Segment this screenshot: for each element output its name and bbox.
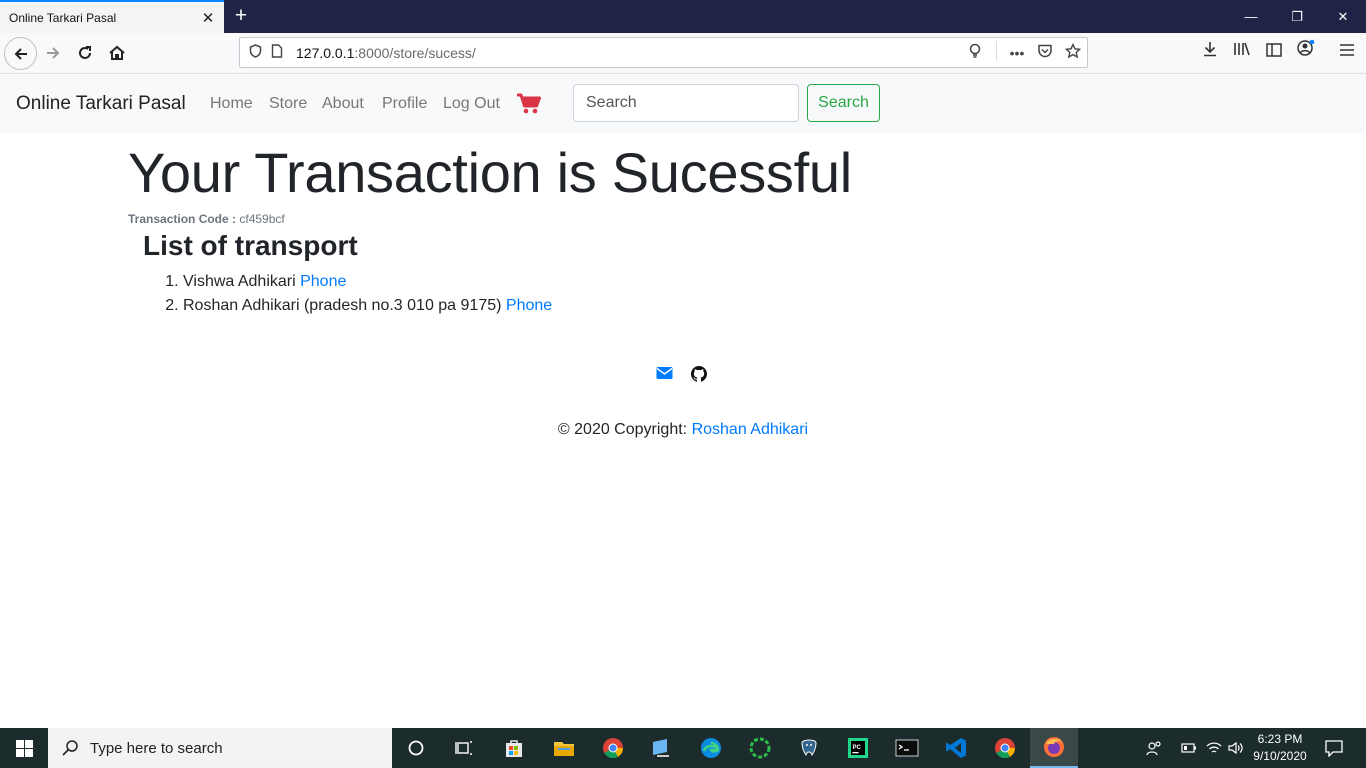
url-path: :8000/store/sucess/ (354, 44, 476, 61)
browser-tab[interactable]: Online Tarkari Pasal ✕ (0, 0, 224, 33)
browser-toolbar: 127.0.0.1:8000/store/sucess/ ••• (0, 33, 1366, 74)
home-icon (109, 45, 125, 60)
footer-copyright: © 2020 Copyright: Roshan Adhikari (0, 421, 1366, 439)
pycharm-icon[interactable]: PC (834, 728, 882, 768)
people-icon[interactable] (1140, 728, 1168, 768)
url-actions: ••• (961, 38, 1087, 67)
nav-logout[interactable]: Log Out (443, 95, 500, 113)
firefox-icon[interactable] (1030, 728, 1078, 768)
main-content: Your Transaction is Sucessful Transactio… (128, 133, 1238, 318)
transport-name: Roshan Adhikari (pradesh no.3 010 pa 917… (183, 297, 502, 315)
bookmark-star-icon[interactable] (1059, 42, 1087, 62)
transaction-code-label: Transaction Code : (128, 212, 237, 227)
svg-text:PC: PC (853, 745, 862, 751)
start-button[interactable] (0, 728, 48, 768)
page-icon[interactable] (266, 44, 288, 61)
chrome-icon[interactable] (589, 728, 637, 768)
tab-title: Online Tarkari Pasal (9, 10, 117, 25)
edge-icon[interactable] (687, 728, 735, 768)
shield-icon[interactable] (244, 44, 266, 61)
site-navbar: Online Tarkari Pasal Home Store About Pr… (0, 74, 1366, 133)
nav-store[interactable]: Store (269, 95, 307, 113)
phone-link[interactable]: Phone (506, 297, 552, 314)
search-icon (62, 740, 78, 756)
postgresql-icon[interactable] (785, 728, 833, 768)
address-bar[interactable]: 127.0.0.1:8000/store/sucess/ ••• (239, 37, 1088, 68)
account-icon[interactable] (1291, 39, 1321, 67)
pocket-icon[interactable] (1031, 44, 1059, 61)
copyright-text: © 2020 Copyright: (557, 421, 688, 438)
arrow-right-icon (47, 47, 60, 59)
forward-button[interactable] (37, 37, 69, 69)
page-title: Your Transaction is Sucessful (128, 141, 852, 204)
transport-name: Vishwa Adhikari (183, 273, 296, 291)
download-icon[interactable] (1195, 39, 1225, 67)
restore-button[interactable]: ❐ (1274, 0, 1320, 33)
wifi-icon[interactable] (1202, 728, 1226, 768)
search-input[interactable] (573, 84, 799, 122)
clock-time: 6:23 PM (1257, 732, 1303, 746)
minimize-button[interactable]: — (1228, 0, 1274, 33)
transport-list: Vishwa Adhikari Phone Roshan Adhikari (p… (183, 270, 1238, 318)
envelope-icon[interactable] (656, 366, 673, 387)
windows-taskbar: Type here to search PC 6:23 PM 9/10/2020 (0, 728, 1366, 768)
github-icon[interactable] (691, 366, 707, 387)
tab-close-icon[interactable]: ✕ (196, 9, 220, 27)
phone-link[interactable]: Phone (300, 273, 346, 290)
arrow-left-icon (14, 48, 27, 60)
file-explorer-icon[interactable] (540, 728, 588, 768)
browser-tab-bar: Online Tarkari Pasal ✕ + — ❐ ✕ (0, 0, 1366, 33)
list-item: Roshan Adhikari (pradesh no.3 010 pa 917… (183, 294, 1238, 318)
new-tab-button[interactable]: + (228, 3, 254, 29)
notifications-icon[interactable] (1320, 728, 1348, 768)
task-view-icon[interactable] (440, 728, 488, 768)
remote-desktop-icon[interactable] (638, 728, 686, 768)
url-host: 127.0.0.1 (296, 44, 355, 61)
chrome-icon-2[interactable] (981, 728, 1029, 768)
transport-list-title: List of transport (143, 230, 358, 262)
library-icon[interactable] (1227, 39, 1257, 67)
divider (989, 41, 1003, 64)
reload-icon (79, 46, 91, 59)
close-window-button[interactable]: ✕ (1320, 0, 1366, 33)
author-link[interactable]: Roshan Adhikari (692, 421, 809, 438)
sidebar-icon[interactable] (1259, 39, 1289, 67)
url-text[interactable]: 127.0.0.1:8000/store/sucess/ (296, 45, 476, 61)
more-icon[interactable]: ••• (1003, 45, 1031, 61)
list-item: Vishwa Adhikari Phone (183, 270, 1238, 294)
vscode-icon[interactable] (932, 728, 980, 768)
transaction-code: Transaction Code : cf459bcf (128, 212, 1238, 226)
store-app-icon[interactable] (490, 728, 538, 768)
taskbar-clock[interactable]: 6:23 PM 9/10/2020 (1244, 731, 1316, 765)
nav-profile[interactable]: Profile (382, 95, 427, 113)
nav-about[interactable]: About (322, 95, 364, 113)
lightbulb-icon[interactable] (961, 43, 989, 62)
home-button[interactable] (101, 37, 133, 69)
footer-social (656, 366, 707, 387)
sync-app-icon[interactable] (736, 728, 784, 768)
clock-date: 9/10/2020 (1253, 749, 1307, 763)
reload-button[interactable] (69, 37, 101, 69)
transaction-code-value: cf459bcf (239, 212, 285, 227)
nav-home[interactable]: Home (210, 95, 253, 113)
cart-icon[interactable] (516, 93, 542, 120)
search-button[interactable]: Search (807, 84, 880, 122)
brand-link[interactable]: Online Tarkari Pasal (16, 93, 186, 115)
volume-icon[interactable] (1226, 728, 1246, 768)
windows-logo-icon (15, 739, 33, 757)
taskbar-search[interactable]: Type here to search (48, 728, 392, 768)
battery-icon[interactable] (1176, 728, 1202, 768)
taskbar-search-placeholder: Type here to search (90, 739, 223, 757)
terminal-icon[interactable] (883, 728, 931, 768)
cortana-icon[interactable] (392, 728, 440, 768)
menu-icon[interactable] (1332, 39, 1362, 67)
back-button[interactable] (4, 37, 37, 70)
